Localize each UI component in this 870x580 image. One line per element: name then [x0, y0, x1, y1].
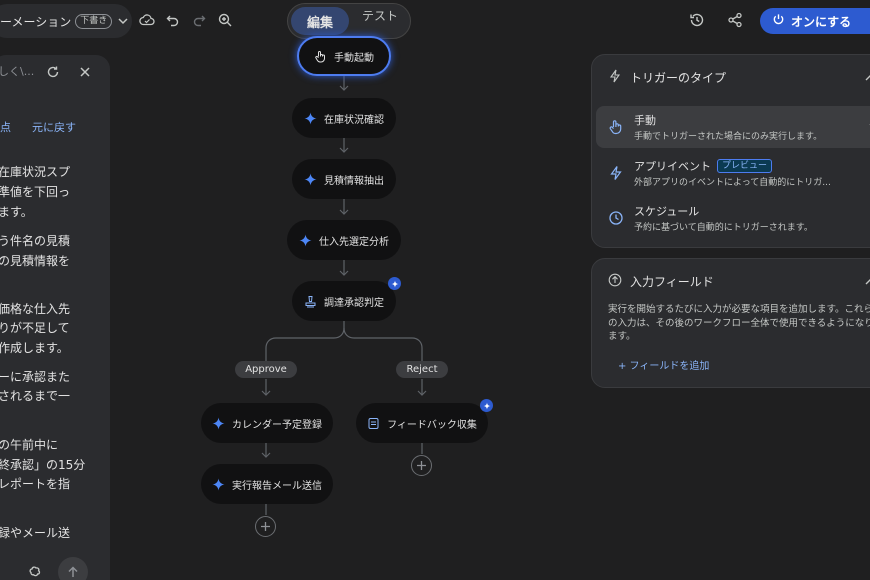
bolt-icon: [608, 69, 622, 86]
trigger-option-app-event[interactable]: アプリイベント プレビュー 外部アプリのイベントによって自動的にトリガ...: [596, 152, 870, 194]
sparkle-icon: [299, 234, 312, 247]
workflow-node[interactable]: 実行報告メール送信: [201, 464, 333, 504]
branch-approve-label[interactable]: Approve: [235, 361, 297, 378]
node-label: 在庫状況確認: [324, 114, 384, 126]
node-label: 実行報告メール送信: [232, 480, 322, 492]
hand-icon: [314, 50, 327, 63]
trigger-option-manual[interactable]: 手動 手動でトリガーされた場合にのみ実行します。: [596, 106, 870, 148]
workflow-node[interactable]: フィードバック収集: [356, 403, 488, 443]
sparkle-icon: [304, 112, 317, 125]
ai-badge-icon: [388, 277, 401, 290]
workflow-node[interactable]: 調達承認判定: [292, 281, 396, 321]
trigger-panel-header[interactable]: トリガーのタイプ: [608, 69, 726, 86]
input-panel-title: 入力フィールド: [630, 275, 714, 289]
preview-badge: プレビュー: [717, 159, 773, 173]
input-fields-panel: 入力フィールド 実行を開始するたびに入力が必要な項目を追加します。これらの入力は…: [591, 258, 870, 388]
branch-reject-label[interactable]: Reject: [396, 361, 448, 378]
upload-icon: [608, 273, 622, 290]
chevron-up-icon[interactable]: [864, 277, 870, 287]
trigger-option-title: アプリイベント: [634, 160, 711, 173]
trigger-option-desc: 外部アプリのイベントによって自動的にトリガ...: [634, 178, 831, 188]
trigger-panel-title: トリガーのタイプ: [630, 71, 727, 85]
add-step-button[interactable]: [255, 516, 276, 537]
input-panel-desc: 実行を開始するたびに入力が必要な項目を追加します。これらの入力は、その後のワーク…: [608, 304, 870, 342]
chevron-up-icon[interactable]: [864, 73, 870, 83]
ai-badge-icon: [480, 399, 493, 412]
bolt-icon: [610, 166, 622, 180]
trigger-option-desc: 予約に基づいて自動的にトリガーされます。: [634, 223, 813, 233]
trigger-option-title: スケジュール: [634, 205, 700, 218]
node-label: 調達承認判定: [324, 297, 384, 309]
trigger-option-desc: 手動でトリガーされた場合にのみ実行します。: [634, 132, 823, 142]
trigger-option-schedule[interactable]: スケジュール 予約に基づいて自動的にトリガーされます。: [596, 197, 870, 239]
approval-icon: [304, 295, 317, 308]
node-label: 見積情報抽出: [324, 175, 384, 187]
node-label: カレンダー予定登録: [232, 419, 322, 431]
node-label: 仕入先選定分析: [319, 236, 389, 248]
trigger-option-title: 手動: [634, 114, 656, 127]
workflow-node-start[interactable]: 手動起動: [297, 36, 391, 76]
input-panel-header[interactable]: 入力フィールド: [608, 273, 714, 290]
sparkle-icon: [304, 173, 317, 186]
node-label: 手動起動: [334, 52, 374, 64]
sparkle-icon: [212, 478, 225, 491]
plus-icon: [261, 522, 270, 531]
node-label: フィードバック収集: [387, 419, 477, 431]
workflow-node[interactable]: 仕入先選定分析: [287, 220, 401, 260]
add-step-button[interactable]: [411, 455, 432, 476]
form-icon: [367, 417, 380, 430]
sparkle-icon: [212, 417, 225, 430]
plus-icon: [417, 461, 426, 470]
workflow-node[interactable]: 在庫状況確認: [292, 98, 396, 138]
clock-icon: [609, 211, 623, 225]
workflow-node[interactable]: 見積情報抽出: [292, 159, 396, 199]
hand-icon: [609, 120, 622, 135]
add-field-button[interactable]: + フィールドを追加: [618, 357, 709, 372]
trigger-type-panel: トリガーのタイプ 手動 手動でトリガーされた場合にのみ実行します。 アプリイベン…: [591, 54, 870, 248]
workflow-node[interactable]: カレンダー予定登録: [201, 403, 333, 443]
